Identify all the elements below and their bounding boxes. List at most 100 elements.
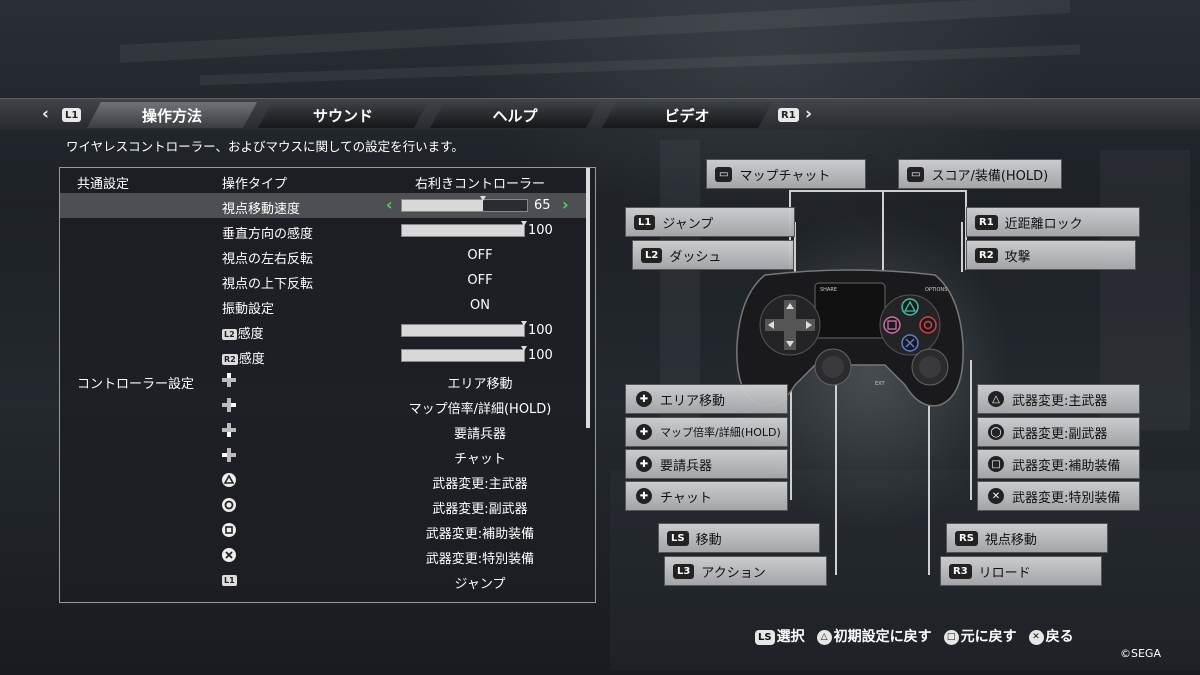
setting-name: 視点の上下反転 — [222, 277, 314, 292]
callout-label: 武器変更:副武器 — [1012, 426, 1108, 442]
tab-video[interactable]: ビデオ — [602, 102, 772, 128]
binding-value: マップ倍率/詳細(HOLD) — [408, 402, 552, 417]
tab-next-arrow-icon[interactable]: › — [805, 104, 812, 124]
slider-value: 100 — [528, 348, 553, 363]
setting-row-vibration[interactable]: 振動設定 ON — [60, 293, 587, 318]
square-button-icon: □ — [943, 629, 959, 645]
l2-chip-icon: L2 — [222, 329, 237, 340]
callout-dpad-up: ✚ エリア移動 — [625, 384, 788, 414]
hint-select[interactable]: LS 選択 — [755, 626, 805, 646]
rs-tag-icon: RS — [955, 530, 978, 546]
dpad-down-icon: ✚ — [636, 456, 652, 472]
binding-value: 武器変更:主武器 — [432, 477, 528, 492]
tab-help[interactable]: ヘルプ — [430, 102, 600, 128]
page-description: ワイヤレスコントローラー、およびマウスに関しての設定を行います。 — [66, 139, 464, 154]
callout-square: □ 武器変更:補助装備 — [977, 449, 1140, 479]
setting-row-l2-sens[interactable]: L2 感度 100 — [60, 318, 587, 343]
callout-label: アクション — [701, 565, 766, 581]
callout-dpad-down: ✚ 要請兵器 — [625, 449, 788, 479]
setting-row-control-type[interactable]: 共通設定 操作タイプ 右利きコントローラー — [60, 168, 587, 193]
ls-button-icon: LS — [755, 629, 775, 645]
callout-label: スコア/装備(HOLD) — [931, 168, 1049, 184]
callout-cross: ✕ 武器変更:特別装備 — [977, 481, 1140, 511]
slider-value: 100 — [528, 223, 553, 238]
callout-label: 移動 — [695, 532, 722, 548]
category-controller: コントローラー設定 — [77, 377, 195, 392]
tab-controls[interactable]: 操作方法 — [87, 102, 257, 128]
dpad-left-icon — [222, 448, 236, 462]
slider-value: 65 — [534, 198, 551, 213]
cross-button-icon: ✕ — [1028, 629, 1044, 645]
binding-row-dpad-up[interactable]: コントローラー設定 エリア移動 — [60, 368, 587, 393]
callout-label: エリア移動 — [660, 393, 726, 409]
setting-name: 視点の左右反転 — [222, 252, 314, 267]
ext-label: EXT — [875, 381, 885, 387]
callout-dpad-left: ✚ チャット — [625, 481, 788, 511]
options-button-icon: ▭ — [907, 166, 925, 182]
setting-name: 視点移動速度 — [222, 202, 301, 217]
setting-name-text: 感度 — [237, 327, 264, 342]
callout-ls: LS 移動 — [658, 523, 820, 553]
binding-value: 武器変更:特別装備 — [425, 552, 535, 567]
hint-back[interactable]: ✕ 戻る — [1028, 626, 1074, 646]
l2-sens-slider[interactable] — [401, 321, 527, 337]
dpad-up-icon: ✚ — [636, 391, 652, 407]
connector-line — [882, 190, 967, 192]
tab-sound[interactable]: サウンド — [258, 102, 428, 128]
setting-row-invert-h[interactable]: 視点の左右反転 OFF — [60, 243, 587, 268]
hint-reset-defaults[interactable]: △ 初期設定に戻す — [816, 626, 932, 646]
callout-circle: ◯ 武器変更:副武器 — [977, 417, 1140, 447]
ls-tag-icon: LS — [667, 530, 689, 546]
callout-l1: L1 ジャンプ — [625, 207, 795, 237]
settings-panel: 共通設定 操作タイプ 右利きコントローラー 視点移動速度 ‹ 65 › 垂直方向… — [59, 167, 596, 603]
setting-row-camera-speed[interactable]: 視点移動速度 ‹ 65 › — [60, 193, 587, 218]
callout-label: マップチャット — [739, 168, 831, 184]
triangle-button-icon: △ — [816, 629, 832, 645]
binding-row-cross[interactable]: 武器変更:特別装備 — [60, 543, 587, 568]
binding-value: 武器変更:副武器 — [432, 502, 528, 517]
r2-sens-slider[interactable] — [401, 346, 527, 362]
dpad-right-icon: ✚ — [636, 424, 652, 440]
square-icon: □ — [988, 456, 1004, 472]
r2-chip-icon: R2 — [222, 354, 238, 365]
l3-tag-icon: L3 — [673, 563, 695, 579]
vertical-sens-slider[interactable] — [401, 221, 527, 237]
binding-row-triangle[interactable]: 武器変更:主武器 — [60, 468, 587, 493]
category-common: 共通設定 — [77, 177, 130, 192]
settings-scrollbar[interactable] — [586, 168, 590, 428]
callout-label: ジャンプ — [662, 216, 714, 232]
callout-label: 武器変更:主武器 — [1012, 393, 1108, 409]
dpad-left-icon: ✚ — [636, 488, 652, 504]
binding-row-dpad-down[interactable]: 要請兵器 — [60, 418, 587, 443]
connector-line — [970, 360, 972, 500]
binding-row-dpad-right[interactable]: マップ倍率/詳細(HOLD) — [60, 393, 587, 418]
callout-label: 視点移動 — [984, 532, 1037, 548]
callout-rs: RS 視点移動 — [946, 523, 1108, 553]
callout-r3: R3 リロード — [940, 556, 1102, 586]
binding-row-square[interactable]: 武器変更:補助装備 — [60, 518, 587, 543]
decrease-arrow-icon[interactable]: ‹ — [386, 195, 393, 214]
slider-value: 100 — [528, 323, 553, 338]
binding-row-circle[interactable]: 武器変更:副武器 — [60, 493, 587, 518]
binding-row-dpad-left[interactable]: チャット — [60, 443, 587, 468]
callout-share: ▭ マップチャット — [706, 159, 866, 189]
binding-row-l1[interactable]: L1 ジャンプ — [60, 568, 587, 593]
callout-label: ダッシュ — [669, 249, 722, 265]
setting-row-r2-sens[interactable]: R2 感度 100 — [60, 343, 587, 368]
setting-row-vertical-sens[interactable]: 垂直方向の感度 100 — [60, 218, 587, 243]
circle-icon: ◯ — [988, 424, 1004, 440]
r1-tag-icon: R1 — [975, 214, 998, 230]
callout-label: チャット — [660, 490, 712, 506]
binding-row-partial — [60, 593, 587, 602]
increase-arrow-icon[interactable]: › — [562, 195, 569, 214]
callout-l2: L2 ダッシュ — [632, 240, 794, 270]
setting-name: L2 感度 — [222, 323, 264, 342]
hint-label: 元に戻す — [960, 629, 1017, 645]
triangle-icon — [222, 473, 236, 487]
copyright: ©SEGA — [1120, 647, 1161, 660]
setting-name: R2 感度 — [222, 348, 265, 367]
setting-row-invert-v[interactable]: 視点の上下反転 OFF — [60, 268, 587, 293]
camera-speed-slider[interactable] — [401, 196, 528, 212]
hint-revert[interactable]: □ 元に戻す — [943, 626, 1017, 646]
tab-prev-arrow-icon[interactable]: ‹ — [42, 104, 49, 124]
